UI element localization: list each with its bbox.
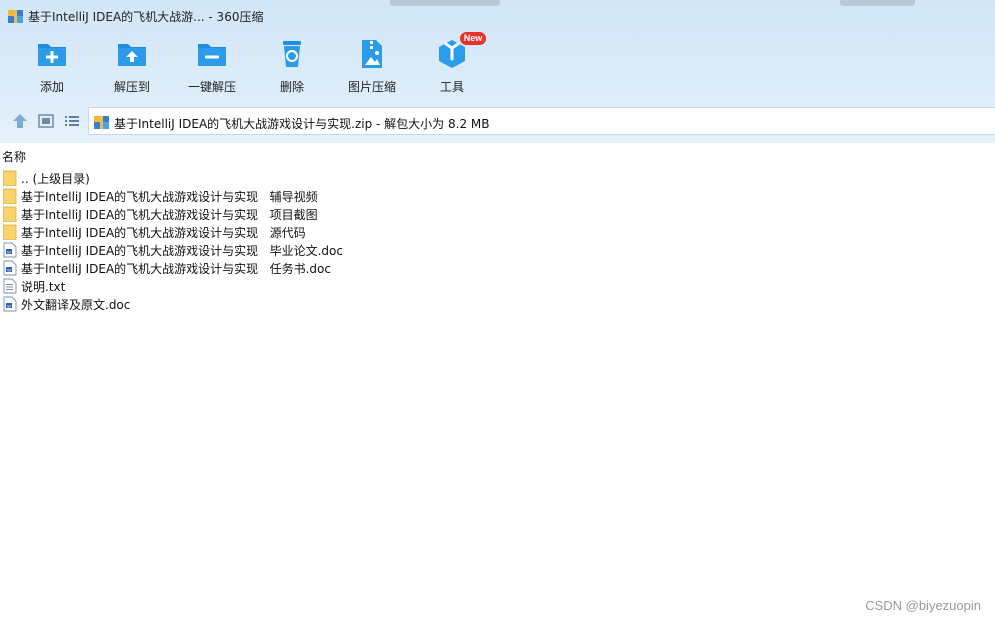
extract-to-icon	[118, 44, 146, 66]
delete-label: 删除	[279, 80, 304, 94]
folder-row[interactable]: 基于IntelliJ IDEA的飞机大战游戏设计与实现 辅导视频	[3, 187, 603, 205]
watermark: CSDN @biyezuopin	[865, 598, 981, 613]
one-click-extract-label: 一键解压	[187, 80, 236, 94]
folder-icon	[3, 188, 17, 204]
image-compress-label: 图片压缩	[347, 80, 396, 94]
file-name: 外文翻译及原文.doc	[21, 298, 131, 312]
recycle-bin-icon	[283, 41, 301, 67]
window-chrome: 基于IntelliJ IDEA的飞机大战游... - 360压缩 添加 解压到	[0, 0, 995, 143]
list-view-icon[interactable]	[62, 112, 82, 130]
tools-button[interactable]: New 工具	[416, 32, 488, 98]
file-list: 名称 .. (上级目录) 基于IntelliJ IDEA的飞机大战游戏设计与实现 …	[0, 143, 995, 622]
file-row[interactable]: 说明.txt	[3, 277, 603, 295]
file-name: 基于IntelliJ IDEA的飞机大战游戏设计与实现 毕业论文.doc	[21, 244, 343, 258]
main-toolbar: 添加 解压到 一键解压 删除 图片压缩 New 工具	[0, 32, 560, 98]
add-button[interactable]: 添加	[16, 36, 88, 98]
word-document-icon: W	[3, 296, 17, 312]
file-row[interactable]: W 基于IntelliJ IDEA的飞机大战游戏设计与实现 任务书.doc	[3, 259, 603, 277]
zip-archive-icon	[94, 116, 109, 129]
image-compress-icon	[362, 40, 382, 68]
folder-icon	[3, 170, 17, 186]
navigation-bar: 基于IntelliJ IDEA的飞机大战游戏设计与实现.zip - 解包大小为 …	[0, 106, 995, 136]
folder-icon	[3, 224, 17, 240]
word-document-icon: W	[3, 242, 17, 258]
one-click-extract-icon	[198, 44, 226, 66]
extract-to-label: 解压到	[113, 80, 150, 94]
archive-path-text: 基于IntelliJ IDEA的飞机大战游戏设计与实现.zip - 解包大小为 …	[114, 117, 490, 131]
window-title: 基于IntelliJ IDEA的飞机大战游... - 360压缩	[28, 10, 264, 24]
svg-text:W: W	[7, 249, 11, 254]
folder-row[interactable]: 基于IntelliJ IDEA的飞机大战游戏设计与实现 项目截图	[3, 205, 603, 223]
title-bar: 基于IntelliJ IDEA的飞机大战游... - 360压缩	[0, 0, 995, 32]
delete-button[interactable]: 删除	[256, 36, 328, 98]
titlebar-decoration	[390, 0, 500, 6]
add-folder-icon	[38, 44, 66, 66]
word-document-icon: W	[3, 260, 17, 276]
file-row[interactable]: W 外文翻译及原文.doc	[3, 295, 603, 313]
svg-text:W: W	[7, 267, 11, 272]
address-bar[interactable]: 基于IntelliJ IDEA的飞机大战游戏设计与实现.zip - 解包大小为 …	[88, 107, 995, 135]
folder-row[interactable]: 基于IntelliJ IDEA的飞机大战游戏设计与实现 源代码	[3, 223, 603, 241]
tools-label: 工具	[439, 80, 464, 94]
extract-to-button[interactable]: 解压到	[96, 36, 168, 98]
image-compress-button[interactable]: 图片压缩	[336, 36, 408, 98]
thumbnail-view-icon[interactable]	[36, 112, 56, 130]
file-name: .. (上级目录)	[21, 172, 90, 186]
archive-app-icon	[8, 10, 23, 23]
one-click-extract-button[interactable]: 一键解压	[176, 36, 248, 98]
add-label: 添加	[39, 80, 64, 94]
folder-row[interactable]: .. (上级目录)	[3, 169, 603, 187]
titlebar-decoration	[840, 0, 915, 6]
file-name: 基于IntelliJ IDEA的飞机大战游戏设计与实现 辅导视频	[21, 190, 318, 204]
file-name: 基于IntelliJ IDEA的飞机大战游戏设计与实现 源代码	[21, 226, 306, 240]
folder-icon	[3, 206, 17, 222]
up-arrow-icon[interactable]	[10, 112, 30, 130]
file-name: 说明.txt	[21, 280, 66, 294]
new-badge: New	[460, 32, 486, 45]
text-file-icon	[3, 278, 17, 294]
file-row[interactable]: W 基于IntelliJ IDEA的飞机大战游戏设计与实现 毕业论文.doc	[3, 241, 603, 259]
column-header-name[interactable]: 名称	[2, 148, 26, 165]
svg-text:W: W	[7, 303, 11, 308]
file-name: 基于IntelliJ IDEA的飞机大战游戏设计与实现 任务书.doc	[21, 262, 331, 276]
file-name: 基于IntelliJ IDEA的飞机大战游戏设计与实现 项目截图	[21, 208, 318, 222]
